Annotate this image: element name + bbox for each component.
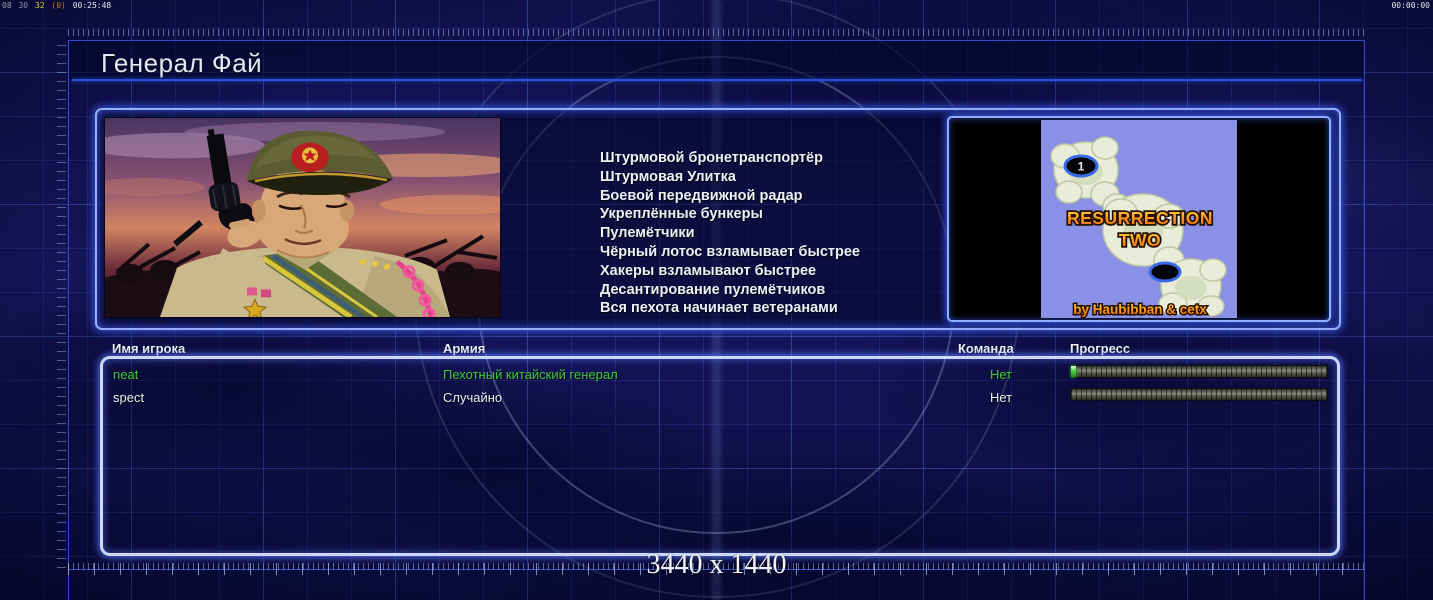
debug-token: (0) [51, 1, 66, 10]
map-title-line2: TWO [1119, 230, 1161, 250]
general-portrait [104, 117, 501, 318]
map-preview-svg: 1 RESURRECTION TWO by Haubibban & cetx [1041, 120, 1237, 318]
debug-counters: 08 30 32 (0) 00:25:48 [2, 1, 113, 10]
left-ruler-ticks [57, 40, 66, 568]
feature-item: Вся пехота начинает ветеранами [600, 300, 838, 317]
map-credit: by Haubibban & cetx [1073, 302, 1207, 317]
feature-item: Хакеры взламывают быстрее [600, 262, 817, 279]
player-progress-fill [1071, 366, 1077, 377]
player-name: spect [113, 390, 145, 405]
map-preview-box: 1 RESURRECTION TWO by Haubibban & cetx [947, 116, 1331, 322]
column-header-progress: Прогресс [1070, 341, 1131, 356]
feature-item: Укреплённые бункеры [600, 206, 763, 223]
outer-frame-left-line [68, 40, 69, 600]
feature-item: Боевой передвижной радар [600, 187, 803, 204]
resolution-label: 3440 x 1440 [646, 549, 787, 580]
players-panel [100, 356, 1340, 556]
player-army: Случайно [443, 390, 503, 405]
map-preview-image: 1 RESURRECTION TWO by Haubibban & cetx [1041, 120, 1237, 318]
elapsed-time: 00:25:48 [72, 1, 112, 10]
feature-item: Чёрный лотос взламывает быстрее [600, 243, 860, 260]
feature-item: Десантирование пулемётчиков [600, 281, 826, 298]
page-title: Генерал Фай [101, 48, 263, 78]
player-team: Нет [990, 390, 1013, 405]
top-ruler-ticks [68, 29, 1365, 36]
svg-text:1: 1 [1078, 160, 1085, 174]
outer-frame-right-line [1364, 40, 1365, 600]
column-header-team: Команда [958, 341, 1014, 356]
title-underline [72, 79, 1362, 81]
player-name: neat [113, 367, 139, 382]
column-header-army: Армия [443, 341, 486, 356]
general-features-list: Штурмовой бронетранспортёр Штурмовая Ули… [600, 149, 950, 318]
debug-token: 30 [18, 1, 29, 10]
player-progress-bar [1070, 388, 1328, 401]
game-timer: 00:00:00 [1391, 1, 1430, 10]
general-portrait-image [105, 118, 500, 317]
map-title-line1: RESURRECTION [1067, 208, 1213, 228]
player-army: Пехотный китайский генерал [443, 367, 618, 382]
debug-token: 08 [2, 1, 12, 10]
feature-item: Пулемётчики [600, 225, 695, 242]
column-header-player-name: Имя игрока [112, 341, 186, 356]
start-position-1-marker: 1 [1063, 154, 1099, 178]
debug-token: 32 [34, 1, 45, 10]
player-progress-bar [1070, 365, 1328, 378]
titlebar-background [69, 41, 1364, 80]
loading-screen: 08 30 32 (0) 00:25:48 00:00:00 Генерал Ф… [0, 0, 1433, 600]
feature-item: Штурмовой бронетранспортёр [600, 150, 823, 166]
feature-item: Штурмовая Улитка [600, 168, 736, 185]
player-team: Нет [990, 367, 1013, 382]
start-position-2-marker [1148, 261, 1182, 283]
